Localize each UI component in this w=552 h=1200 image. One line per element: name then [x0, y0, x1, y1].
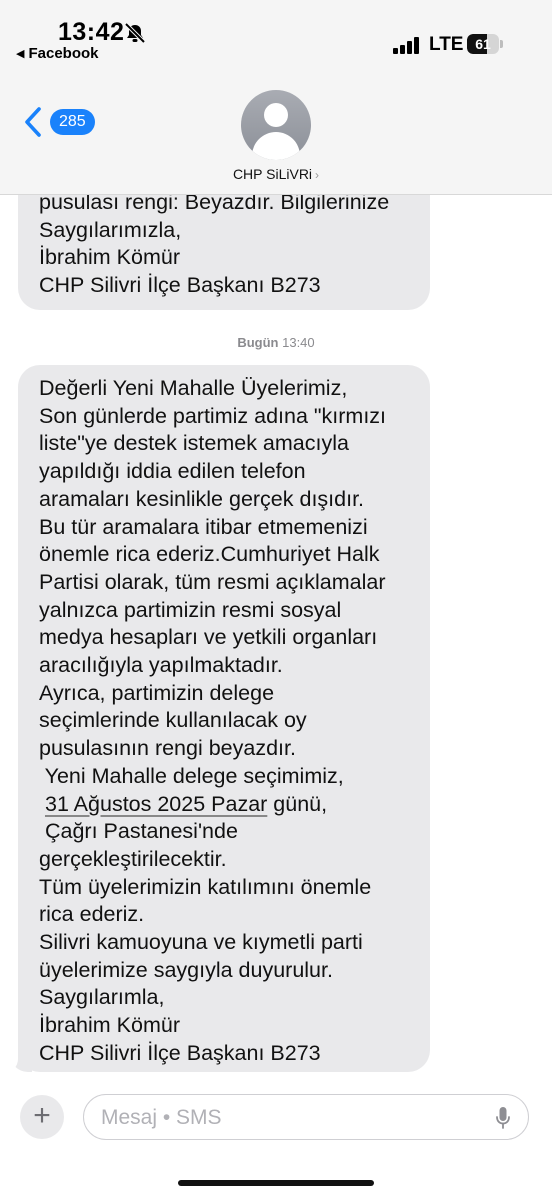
timestamp-time: 13:40: [282, 335, 315, 350]
message-line: Saygılarımızla,: [39, 217, 182, 242]
message-line: İbrahim Kömür: [39, 245, 180, 270]
message-line: CHP Silivri İlçe Başkanı B273: [39, 1040, 321, 1065]
unread-count-badge[interactable]: 285: [50, 109, 95, 135]
message-line: Partisi olarak, tüm resmi açıklamalar: [39, 569, 386, 594]
date-suffix: günü,: [267, 791, 328, 816]
message-line: Ayrıca, partimizin delege: [39, 680, 275, 705]
message-line: Son günlerde partimiz adına "kırmızı: [39, 403, 387, 428]
back-app-label: Facebook: [28, 45, 99, 62]
message-line: pusulasının rengi beyazdır.: [39, 736, 296, 761]
contact-avatar[interactable]: [241, 90, 311, 160]
status-bar: 13:42 ◀ Facebook LTE 61: [0, 0, 552, 70]
message-line: Tüm üyelerimizin katılımını önemle: [39, 874, 372, 899]
message-line: medya hesapları ve yetkili organları: [39, 625, 378, 650]
battery-icon: 61: [467, 34, 503, 54]
message-line: Silivri kamuoyuna ve kıymetli parti: [39, 930, 363, 955]
back-to-app-link[interactable]: ◀ Facebook: [16, 45, 99, 62]
message-line-date: 31 Ağustos 2025 Pazar günü,: [39, 791, 420, 819]
contact-name-text: CHP SiLiVRi: [232, 166, 313, 182]
message-input[interactable]: Mesaj • SMS: [83, 1094, 529, 1140]
timestamp-day: Bugün: [237, 335, 279, 350]
bell-slash-icon: [124, 22, 146, 44]
cellular-signal-icon: [393, 36, 421, 54]
message-line: üyelerimize saygıyla duyurulur.: [39, 957, 333, 982]
message-line: önemle rica ederiz.Cumhuriyet Halk: [39, 542, 380, 567]
chevron-right-icon: ›: [315, 168, 320, 182]
message-line: Yeni Mahalle delege seçimimiz,: [39, 763, 344, 788]
person-icon-head: [264, 103, 288, 127]
date-link[interactable]: 31 Ağustos 2025 Pazar: [45, 792, 267, 816]
message-line: yapıldığı iddia edilen telefon: [39, 459, 306, 484]
person-icon-body: [252, 132, 300, 160]
clock: 13:42: [58, 18, 125, 46]
back-triangle-icon: ◀: [16, 48, 25, 60]
home-indicator: [178, 1180, 374, 1186]
message-line: aramaları kesinlikle gerçek dışıdır.: [39, 486, 365, 511]
message-line: Çağrı Pastanesi'nde: [39, 819, 238, 844]
message-line: rica ederiz.: [39, 902, 145, 927]
message-line: Bu tür aramalara itibar etmemenizi: [39, 514, 368, 539]
message-line: İbrahim Kömür: [39, 1013, 180, 1038]
message-line: Değerli Yeni Mahalle Üyelerimiz,: [39, 376, 348, 400]
message-line: seçimlerinde kullanılacak oy: [39, 708, 307, 733]
add-attachment-button[interactable]: +: [20, 1095, 64, 1139]
message-line: CHP Silivri İlçe Başkanı B273: [39, 273, 321, 298]
microphone-icon[interactable]: [495, 1106, 511, 1130]
contact-name[interactable]: CHP SiLiVRi ›: [0, 166, 552, 182]
incoming-message-bubble[interactable]: Değerli Yeni Mahalle Üyelerimiz, Son gün…: [18, 365, 430, 1072]
message-line: Saygılarımla,: [39, 985, 165, 1010]
message-line: aracılığıyla yapılmaktadır.: [39, 653, 283, 678]
back-chevron-icon[interactable]: [22, 106, 44, 138]
message-line: gerçekleştirilecektir.: [39, 846, 227, 871]
message-timestamp: Bugün 13:40: [0, 335, 552, 350]
message-line: yalnızca partimizin resmi sosyal: [39, 597, 342, 622]
message-input-placeholder: Mesaj • SMS: [101, 1106, 222, 1129]
battery-percentage: 61: [475, 36, 491, 52]
network-type: LTE: [429, 34, 464, 55]
message-line: liste"ye destek istemek amacıyla: [39, 431, 349, 456]
